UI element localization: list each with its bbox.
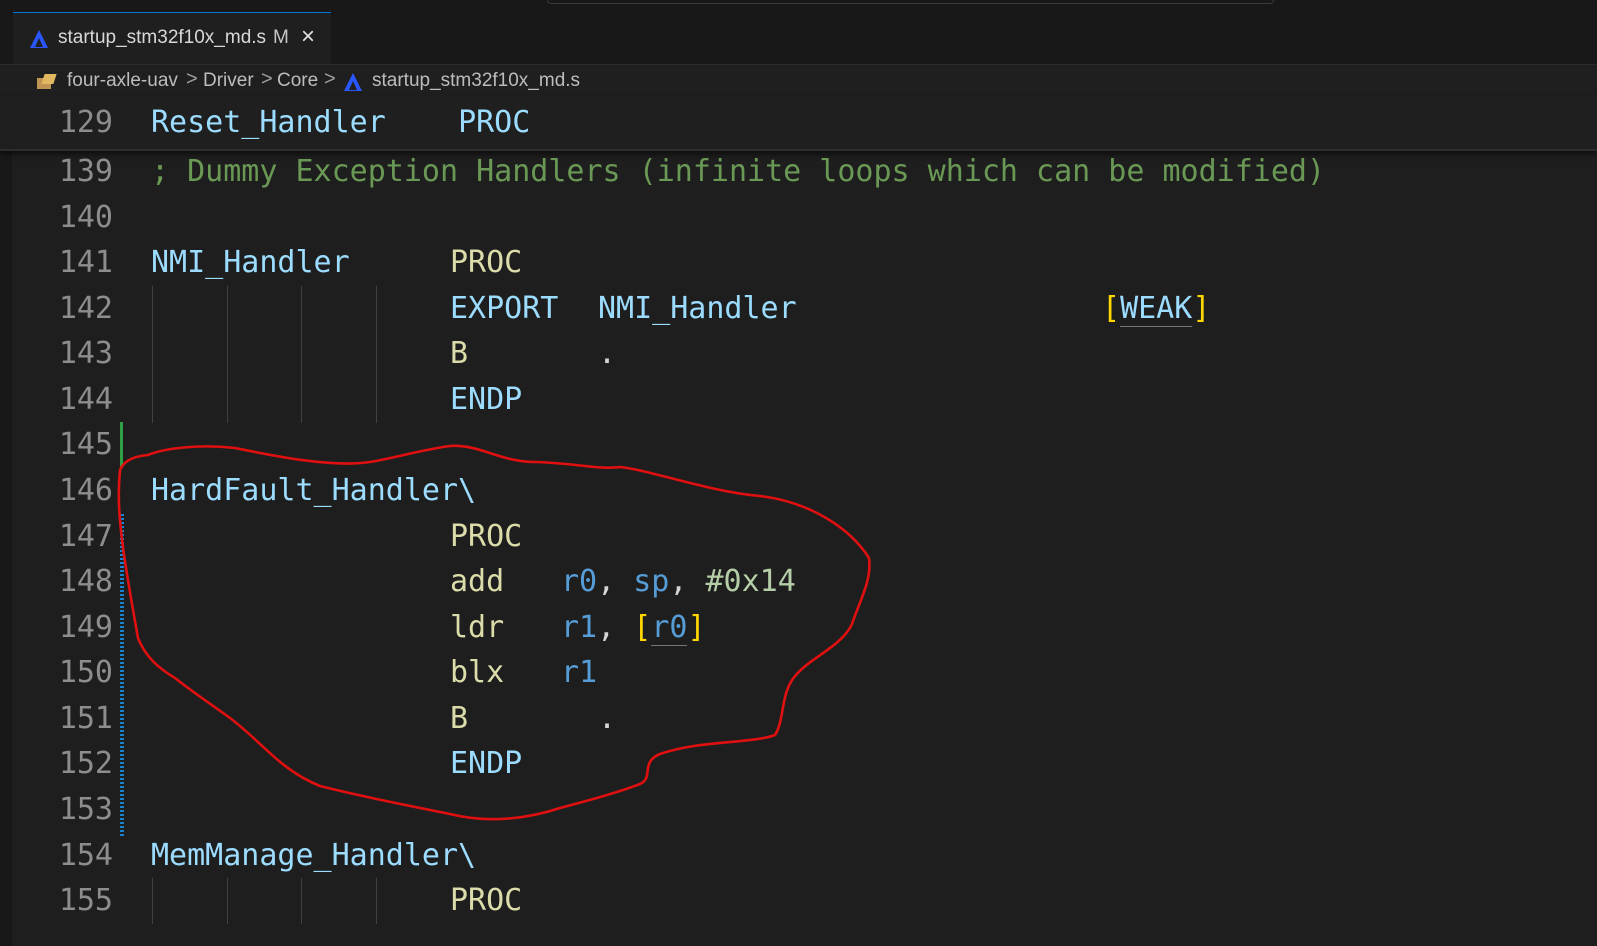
annotation-outline	[117, 444, 871, 821]
hand-drawn-annotation	[117, 444, 871, 821]
